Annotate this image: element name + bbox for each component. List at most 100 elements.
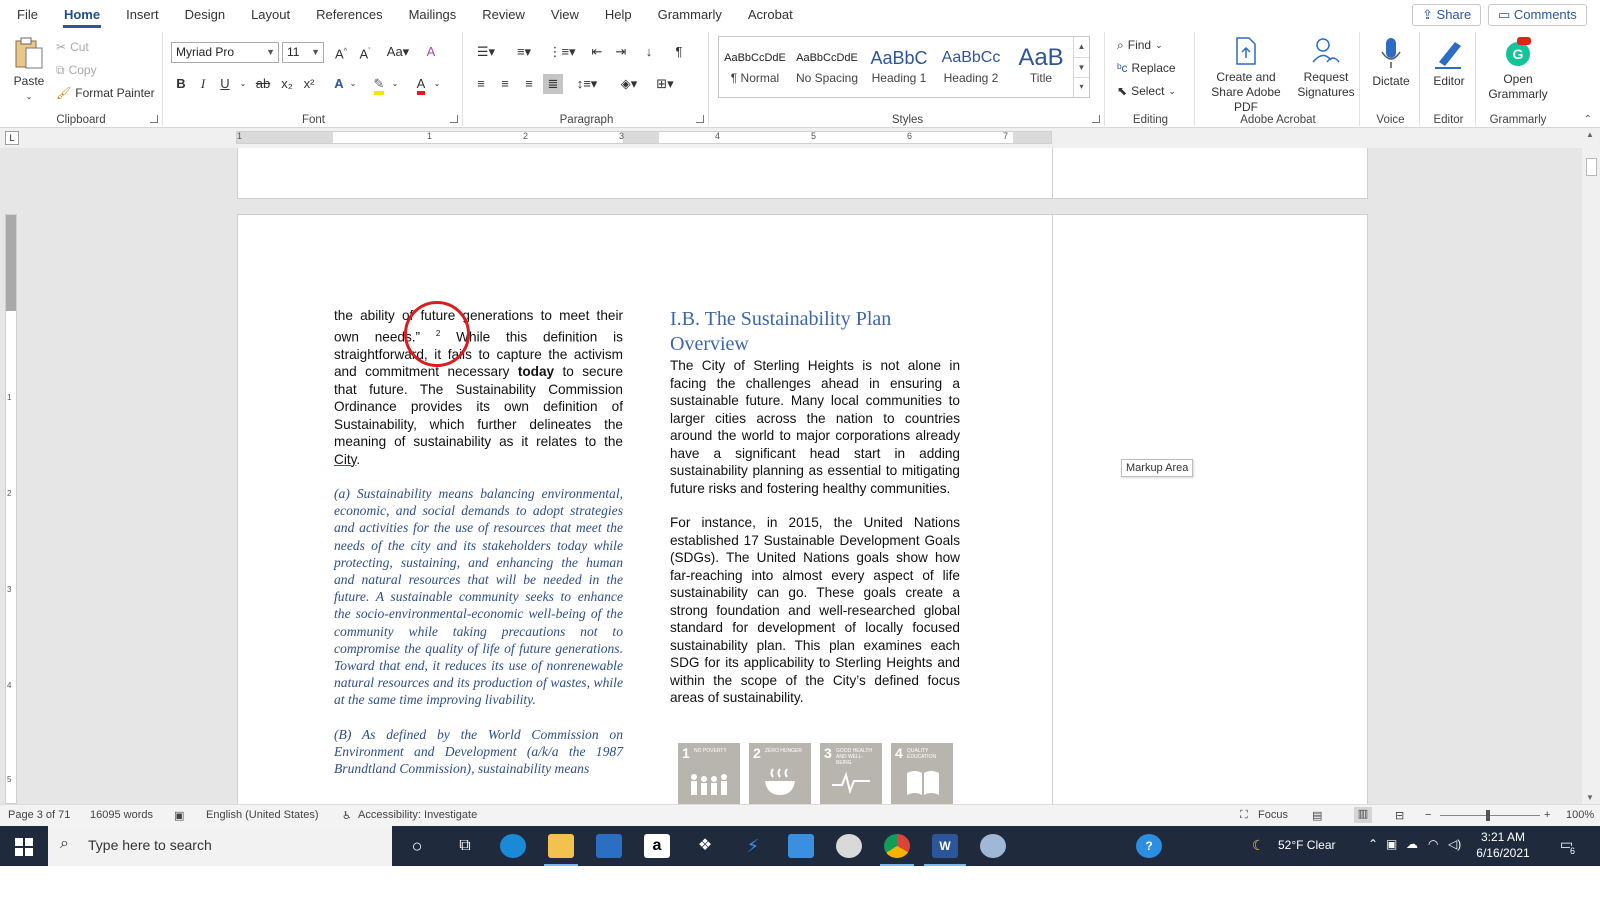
align-right-icon[interactable]: ≡ [519,74,539,94]
word-icon[interactable]: W [932,834,958,858]
align-left-icon[interactable]: ≡ [471,74,491,94]
select-button[interactable]: ⬉ Select ⌄ [1117,82,1176,100]
clipboard-launcher-icon[interactable] [150,115,158,123]
body-paragraph[interactable]: For instance, in 2015, the United Nation… [670,514,960,707]
chevron-up-icon[interactable]: ⌃ [1368,837,1378,851]
align-center-icon[interactable]: ≡ [495,74,515,94]
tab-mailings[interactable]: Mailings [396,0,470,30]
font-launcher-icon[interactable] [450,115,458,123]
tab-acrobat[interactable]: Acrobat [735,0,806,30]
scroll-thumb[interactable] [1586,158,1597,176]
scroll-up-icon[interactable]: ▲ [1586,130,1594,139]
open-grammarly-button[interactable]: G Open Grammarly [1482,36,1554,102]
style-title[interactable]: AaB Title [1005,37,1077,97]
edge-icon[interactable] [500,834,526,858]
styles-scroll[interactable]: ▲ ▼ ▾ [1073,37,1089,97]
font-size-combo[interactable]: 11 ▼ [282,42,324,63]
web-layout-icon[interactable]: ⊟ [1395,809,1404,822]
multilevel-list-icon[interactable]: ⋮≡▾ [547,42,577,62]
editor-button[interactable]: Editor [1426,36,1472,89]
tab-selector-icon[interactable]: L [5,131,19,145]
sdg-image-row[interactable]: 1 NO POVERTY 2 ZERO HUNGER 3 GOOD HEALTH… [678,743,953,805]
start-button[interactable] [0,826,48,866]
body-paragraph[interactable]: The City of Sterling Heights is not alon… [670,357,960,497]
shading-icon[interactable]: ◈▾ [615,74,643,94]
chevron-up-icon[interactable]: ▲ [1074,37,1089,57]
superscript-button[interactable]: x² [299,74,319,94]
wifi-icon[interactable]: ◠ [1428,837,1438,851]
dropbox-icon[interactable]: ❖ [692,834,718,858]
chrome-icon[interactable] [884,834,910,858]
vertical-scrollbar[interactable]: ▲ ▼ [1582,128,1600,804]
strikethrough-button[interactable]: ab [253,74,273,94]
tab-references[interactable]: References [303,0,395,30]
quote-paragraph-a[interactable]: (a) Sustainability means balancing envir… [334,485,623,709]
visual-studio-icon[interactable]: ⚡ [740,834,766,858]
paint-icon[interactable] [836,834,862,858]
tab-layout[interactable]: Layout [238,0,303,30]
task-view-icon[interactable]: ⧉ [452,834,478,858]
network-tray-icon[interactable]: ▣ [1386,837,1397,851]
cut-button[interactable]: ✂ Cut [56,38,89,56]
underline-button[interactable]: U [215,74,235,94]
decrease-indent-icon[interactable]: ⇤ [587,42,607,62]
body-paragraph[interactable]: the ability of future generations to mee… [334,307,623,468]
clear-formatting-icon[interactable]: A [421,42,441,62]
sort-icon[interactable]: ↓ [639,42,659,62]
style-no-spacing[interactable]: AaBbCcDdE No Spacing [791,37,863,97]
tab-file[interactable]: File [0,0,51,30]
tab-help[interactable]: Help [592,0,645,30]
focus-button[interactable]: Focus [1258,809,1288,821]
chevron-down-icon[interactable]: ⌄ [233,74,253,94]
create-share-pdf-button[interactable]: Create and Share Adobe PDF [1199,36,1293,115]
scroll-down-icon[interactable]: ▼ [1586,793,1594,802]
amazon-icon[interactable]: a [644,834,670,858]
paint3d-icon[interactable] [980,834,1006,858]
style-normal[interactable]: AaBbCcDdE ¶ Normal [719,37,791,97]
comments-button[interactable]: ▭ Comments [1488,4,1587,26]
tab-insert[interactable]: Insert [113,0,172,30]
paste-button[interactable]: Paste ⌄ [8,36,50,104]
grow-font-icon[interactable]: A^ [331,42,351,62]
find-button[interactable]: ⌕ Find ⌄ [1117,36,1163,54]
clock-date[interactable]: 6/16/2021 [1470,846,1536,860]
borders-icon[interactable]: ⊞▾ [651,74,679,94]
proofing-icon[interactable]: ▣ [174,809,184,822]
word-count[interactable]: 16095 words [90,809,153,821]
styles-launcher-icon[interactable] [1092,115,1100,123]
zoom-level[interactable]: 100% [1566,809,1594,821]
increase-indent-icon[interactable]: ⇥ [611,42,631,62]
bullets-icon[interactable]: ☰▾ [471,42,501,62]
volume-icon[interactable]: ◁) [1448,837,1461,851]
quote-paragraph-b[interactable]: (B) As defined by the World Commission o… [334,726,623,778]
format-painter-button[interactable]: 🖌 Format Painter [56,84,155,102]
vertical-ruler[interactable]: 1 2 3 4 5 [5,214,17,804]
tab-home[interactable]: Home [51,0,113,30]
page-count[interactable]: Page 3 of 71 [8,809,70,821]
replace-button[interactable]: ᵇc Replace [1117,59,1176,77]
style-heading-2[interactable]: AaBbCc Heading 2 [935,37,1007,97]
zoom-out-icon[interactable]: − [1425,809,1431,821]
zoom-in-icon[interactable]: + [1544,809,1550,821]
more-styles-icon[interactable]: ▾ [1074,77,1089,95]
chevron-down-icon[interactable]: ⌄ [385,74,405,94]
dictate-button[interactable]: Dictate [1366,36,1416,89]
chevron-down-icon[interactable]: ⌄ [343,74,363,94]
section-heading[interactable]: I.B. The Sustainability Plan Overview [670,307,960,357]
document-page[interactable]: the ability of future generations to mee… [237,214,1368,814]
store-icon[interactable] [596,834,622,858]
paragraph-launcher-icon[interactable] [696,115,704,123]
accessibility-status[interactable]: Accessibility: Investigate [358,809,477,821]
tab-design[interactable]: Design [172,0,238,30]
print-layout-icon[interactable]: ▥ [1354,807,1372,823]
clock-time[interactable]: 3:21 AM [1470,830,1536,844]
collapse-ribbon-icon[interactable]: ⌃ [1584,114,1592,125]
style-heading-1[interactable]: AaBbC Heading 1 [863,37,935,97]
font-name-combo[interactable]: Myriad Pro ▼ [171,42,279,63]
chevron-down-icon[interactable]: ⌄ [427,74,447,94]
chevron-down-icon[interactable]: ▼ [1074,57,1089,77]
zoom-slider[interactable] [1440,815,1540,816]
bold-button[interactable]: B [171,74,191,94]
horizontal-ruler[interactable]: 1 1 2 3 4 5 6 7 [236,131,1052,144]
tab-view[interactable]: View [538,0,592,30]
